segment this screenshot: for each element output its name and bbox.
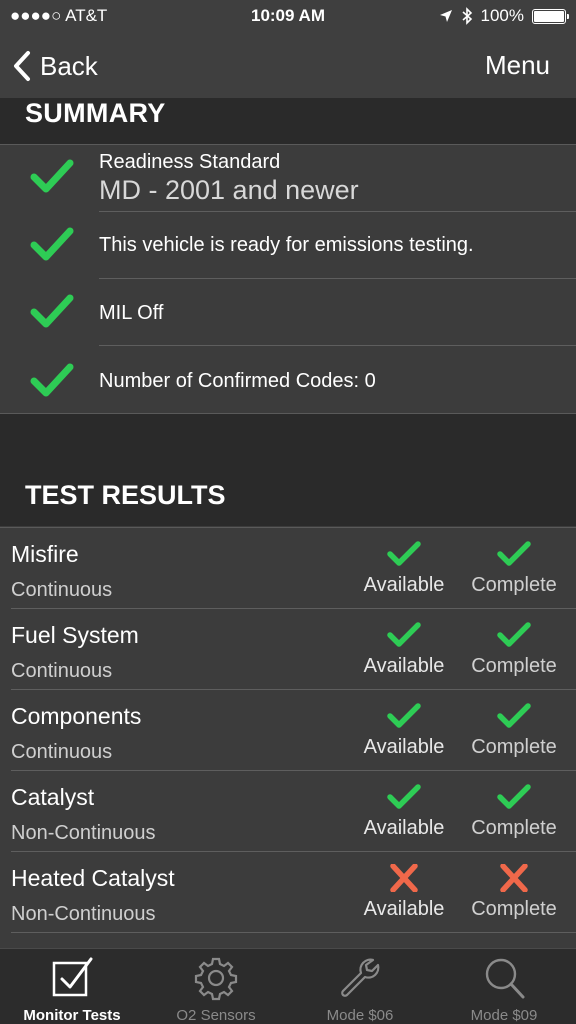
summary-row-readiness: Readiness Standard MD - 2001 and newer xyxy=(0,145,576,212)
summary-header: SUMMARY xyxy=(0,98,576,144)
chevron-left-icon xyxy=(14,51,30,81)
check-icon xyxy=(387,703,421,728)
back-label: Back xyxy=(40,50,98,81)
summary-row-mil: MIL Off xyxy=(0,279,576,346)
bluetooth-icon xyxy=(461,7,472,25)
summary-list: Readiness Standard MD - 2001 and newer T… xyxy=(0,144,576,414)
check-icon xyxy=(30,363,74,397)
test-name: Catalyst xyxy=(11,784,95,810)
back-button[interactable]: Back xyxy=(12,48,98,84)
summary-label: Number of Confirmed Codes: 0 xyxy=(99,370,376,392)
menu-button[interactable]: Menu xyxy=(485,50,550,81)
battery-percent: 100% xyxy=(480,6,524,25)
summary-label: Readiness Standard xyxy=(99,151,281,173)
complete-label: Complete xyxy=(471,817,557,839)
check-icon xyxy=(387,784,421,809)
summary-row-codes: Number of Confirmed Codes: 0 xyxy=(0,346,576,413)
check-icon xyxy=(497,541,531,566)
available-label: Available xyxy=(363,817,445,839)
magnifier-icon xyxy=(485,958,525,999)
tab-monitor-tests[interactable]: Monitor Tests xyxy=(0,949,144,1024)
test-name: Fuel System xyxy=(11,622,139,648)
test-row-fuel-system[interactable]: Fuel System Continuous Available Complet… xyxy=(0,609,576,690)
row-divider xyxy=(11,932,576,933)
available-status: Available xyxy=(349,864,459,921)
summary-label: This vehicle is ready for emissions test… xyxy=(99,234,474,256)
available-status: Available xyxy=(349,540,459,597)
test-name: Heated Catalyst xyxy=(11,865,175,891)
tab-label: Mode $09 xyxy=(470,1007,538,1024)
summary-title: SUMMARY xyxy=(25,98,166,128)
check-icon xyxy=(497,703,531,728)
test-row-misfire[interactable]: Misfire Continuous Available Complete xyxy=(0,528,576,609)
tab-mode-06[interactable]: Mode $06 xyxy=(288,949,432,1024)
test-type: Non-Continuous xyxy=(11,903,156,925)
test-results-header: TEST RESULTS xyxy=(0,414,576,526)
available-status: Available xyxy=(349,702,459,759)
test-results-list: Misfire Continuous Available Complete Fu… xyxy=(0,527,576,945)
cross-icon xyxy=(500,864,528,892)
complete-status: Complete xyxy=(459,864,569,921)
complete-status: Complete xyxy=(459,783,569,840)
test-type: Continuous xyxy=(11,741,113,763)
cross-icon xyxy=(390,864,418,892)
complete-label: Complete xyxy=(471,574,557,596)
battery-icon xyxy=(532,8,569,24)
gear-icon xyxy=(194,957,238,1001)
complete-label: Complete xyxy=(471,736,557,758)
status-bar: ●●●●○ AT&T 10:09 AM 100% xyxy=(0,0,576,34)
tab-o2-sensors[interactable]: O2 Sensors xyxy=(144,949,288,1024)
available-label: Available xyxy=(363,898,445,920)
test-row-catalyst[interactable]: Catalyst Non-Continuous Available Comple… xyxy=(0,771,576,852)
available-status: Available xyxy=(349,621,459,678)
summary-label: MIL Off xyxy=(99,302,164,324)
check-icon xyxy=(387,622,421,647)
summary-row-ready: This vehicle is ready for emissions test… xyxy=(0,212,576,279)
tab-bar: Monitor Tests O2 Sensors Mode $06 Mode $… xyxy=(0,948,576,1024)
checkbox-icon xyxy=(52,957,93,997)
complete-label: Complete xyxy=(471,655,557,677)
wrench-icon xyxy=(341,958,380,997)
test-name: Components xyxy=(11,703,142,729)
test-type: Continuous xyxy=(11,660,113,682)
complete-label: Complete xyxy=(471,898,557,920)
check-icon xyxy=(497,784,531,809)
summary-value: MD - 2001 and newer xyxy=(99,175,359,205)
check-icon xyxy=(30,227,74,261)
available-label: Available xyxy=(363,574,445,596)
complete-status: Complete xyxy=(459,540,569,597)
location-arrow-icon xyxy=(439,10,452,22)
test-row-components[interactable]: Components Continuous Available Complete xyxy=(0,690,576,771)
status-right: 100% xyxy=(439,6,569,26)
test-results-title: TEST RESULTS xyxy=(25,480,226,510)
test-name: Misfire xyxy=(11,541,79,567)
check-icon xyxy=(387,541,421,566)
check-icon xyxy=(497,622,531,647)
tab-label: Mode $06 xyxy=(326,1007,394,1024)
test-type: Continuous xyxy=(11,579,113,601)
complete-status: Complete xyxy=(459,621,569,678)
available-label: Available xyxy=(363,736,445,758)
available-status: Available xyxy=(349,783,459,840)
nav-bar: Back Menu xyxy=(0,34,576,98)
tab-label: O2 Sensors xyxy=(176,1007,256,1024)
check-icon xyxy=(30,159,74,193)
tab-label: Monitor Tests xyxy=(23,1007,121,1024)
test-type: Non-Continuous xyxy=(11,822,156,844)
check-icon xyxy=(30,294,74,328)
test-row-heated-catalyst[interactable]: Heated Catalyst Non-Continuous Available… xyxy=(0,852,576,933)
tab-mode-09[interactable]: Mode $09 xyxy=(432,949,576,1024)
available-label: Available xyxy=(363,655,445,677)
complete-status: Complete xyxy=(459,702,569,759)
